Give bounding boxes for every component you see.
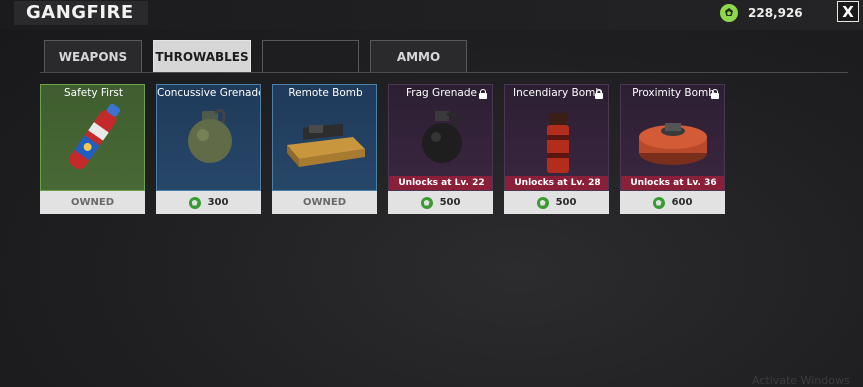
item-card-safety-first[interactable]: Safety First OWNED [40,84,145,214]
price-value: 600 [671,197,693,208]
card-footer-owned: OWNED [40,191,145,214]
item-name: Remote Bomb [288,87,363,99]
unlock-level-label: Unlocks at Lv. 36 [621,176,724,190]
gem-currency-icon [188,196,201,209]
tab-hidden[interactable] [262,40,359,73]
os-watermark: Activate Windows [752,374,850,387]
card-body: Proximity Bomb Unlocks at Lv. 36 [620,84,725,191]
incendiary-bomb-icon [547,113,569,173]
card-footer-price: 600 [620,191,725,214]
game-title: GANGFIRE [14,1,148,25]
unlock-level-label: Unlocks at Lv. 22 [389,176,492,190]
item-card-remote-bomb[interactable]: Remote Bomb OWNED [272,84,377,214]
card-footer-owned: OWNED [272,191,377,214]
unlock-level-label: Unlocks at Lv. 28 [505,176,608,190]
lock-icon [478,89,488,99]
card-body: Concussive Grenade [156,84,261,191]
item-card-frag-grenade[interactable]: Frag Grenade Unlocks at Lv. 22 500 [388,84,493,214]
lock-icon [594,89,604,99]
remote-bomb-icon [287,123,365,167]
spray-can-icon [69,103,121,170]
gem-currency-icon [536,196,549,209]
concussive-grenade-icon [188,109,232,163]
card-footer-price: 300 [156,191,261,214]
item-card-concussive-grenade[interactable]: Concussive Grenade 300 [156,84,261,214]
gem-currency-icon [720,4,738,22]
tab-divider [40,72,848,73]
lock-icon [710,89,720,99]
currency-display: 228,926 [720,3,803,23]
item-card-proximity-bomb[interactable]: Proximity Bomb Unlocks at Lv. 36 600 [620,84,725,214]
frag-grenade-icon [422,111,462,163]
item-card-incendiary-bomb[interactable]: Incendiary Bomb Unlocks at Lv. 28 500 [504,84,609,214]
card-footer-price: 500 [388,191,493,214]
tab-throwables[interactable]: THROWABLES [153,40,251,73]
gem-currency-icon [652,196,665,209]
item-name: Safety First [63,87,124,99]
tab-weapons[interactable]: WEAPONS [44,40,142,73]
card-footer-price: 500 [504,191,609,214]
price-value: 500 [555,197,577,208]
item-name: Concussive Grenade [157,87,261,99]
card-body: Frag Grenade Unlocks at Lv. 22 [388,84,493,191]
card-body: Safety First [40,84,145,191]
price-value: 300 [207,197,229,208]
gem-currency-icon [420,196,433,209]
close-button[interactable]: X [837,1,859,22]
currency-value: 228,926 [748,6,803,20]
card-body: Remote Bomb [272,84,377,191]
price-value: 500 [439,197,461,208]
tab-ammo[interactable]: AMMO [370,40,467,73]
card-body: Incendiary Bomb Unlocks at Lv. 28 [504,84,609,191]
top-bar: GANGFIRE 228,926 X [0,0,863,30]
proximity-bomb-icon [639,123,707,165]
